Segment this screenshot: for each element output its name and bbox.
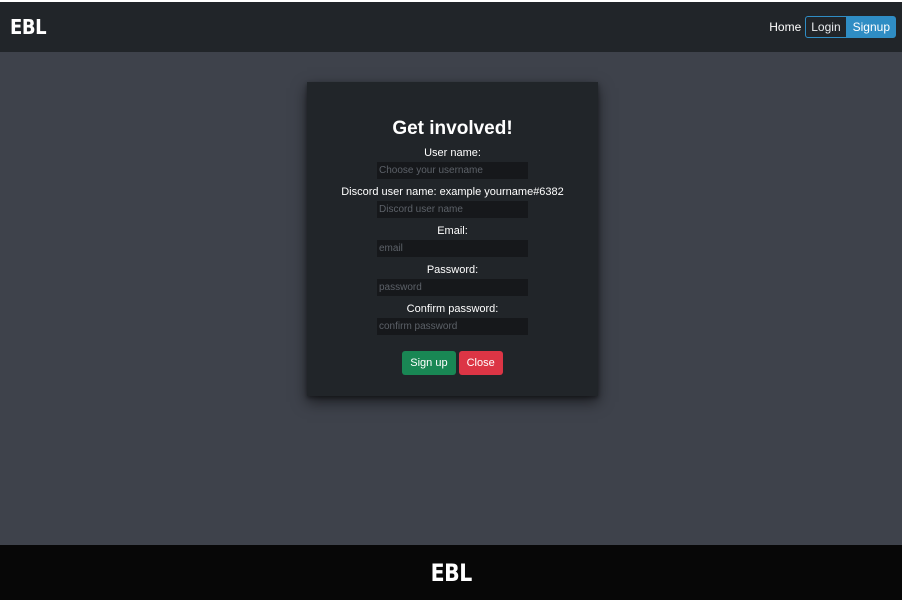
modal-actions: Sign up Close bbox=[402, 351, 503, 375]
footer: EBL bbox=[0, 545, 902, 600]
password-label: Password: bbox=[426, 264, 479, 276]
username-input[interactable] bbox=[377, 162, 528, 179]
signup-modal: Get involved! User name: Discord user na… bbox=[307, 82, 598, 396]
discord-username-label: Discord user name: example yourname#6382 bbox=[341, 186, 564, 198]
sign-up-button[interactable]: Sign up bbox=[402, 351, 456, 375]
username-label: User name: bbox=[424, 147, 481, 159]
page: EBL Home Login Signup Get involved! User… bbox=[0, 2, 902, 600]
modal-title: Get involved! bbox=[392, 118, 513, 139]
navbar: EBL Home Login Signup bbox=[0, 2, 902, 52]
password-input[interactable] bbox=[377, 279, 528, 296]
nav-home-link[interactable]: Home bbox=[769, 20, 801, 34]
footer-logo: EBL bbox=[430, 558, 472, 587]
email-label: Email: bbox=[437, 225, 468, 237]
signup-button[interactable]: Signup bbox=[846, 16, 896, 38]
email-input[interactable] bbox=[377, 240, 528, 257]
confirm-password-label: Confirm password: bbox=[406, 303, 499, 315]
close-button[interactable]: Close bbox=[458, 351, 503, 375]
discord-username-input[interactable] bbox=[377, 201, 528, 218]
confirm-password-input[interactable] bbox=[377, 318, 528, 335]
nav-links: Home Login Signup bbox=[769, 16, 896, 38]
login-button[interactable]: Login bbox=[805, 16, 847, 38]
brand-logo[interactable]: EBL bbox=[10, 15, 47, 39]
